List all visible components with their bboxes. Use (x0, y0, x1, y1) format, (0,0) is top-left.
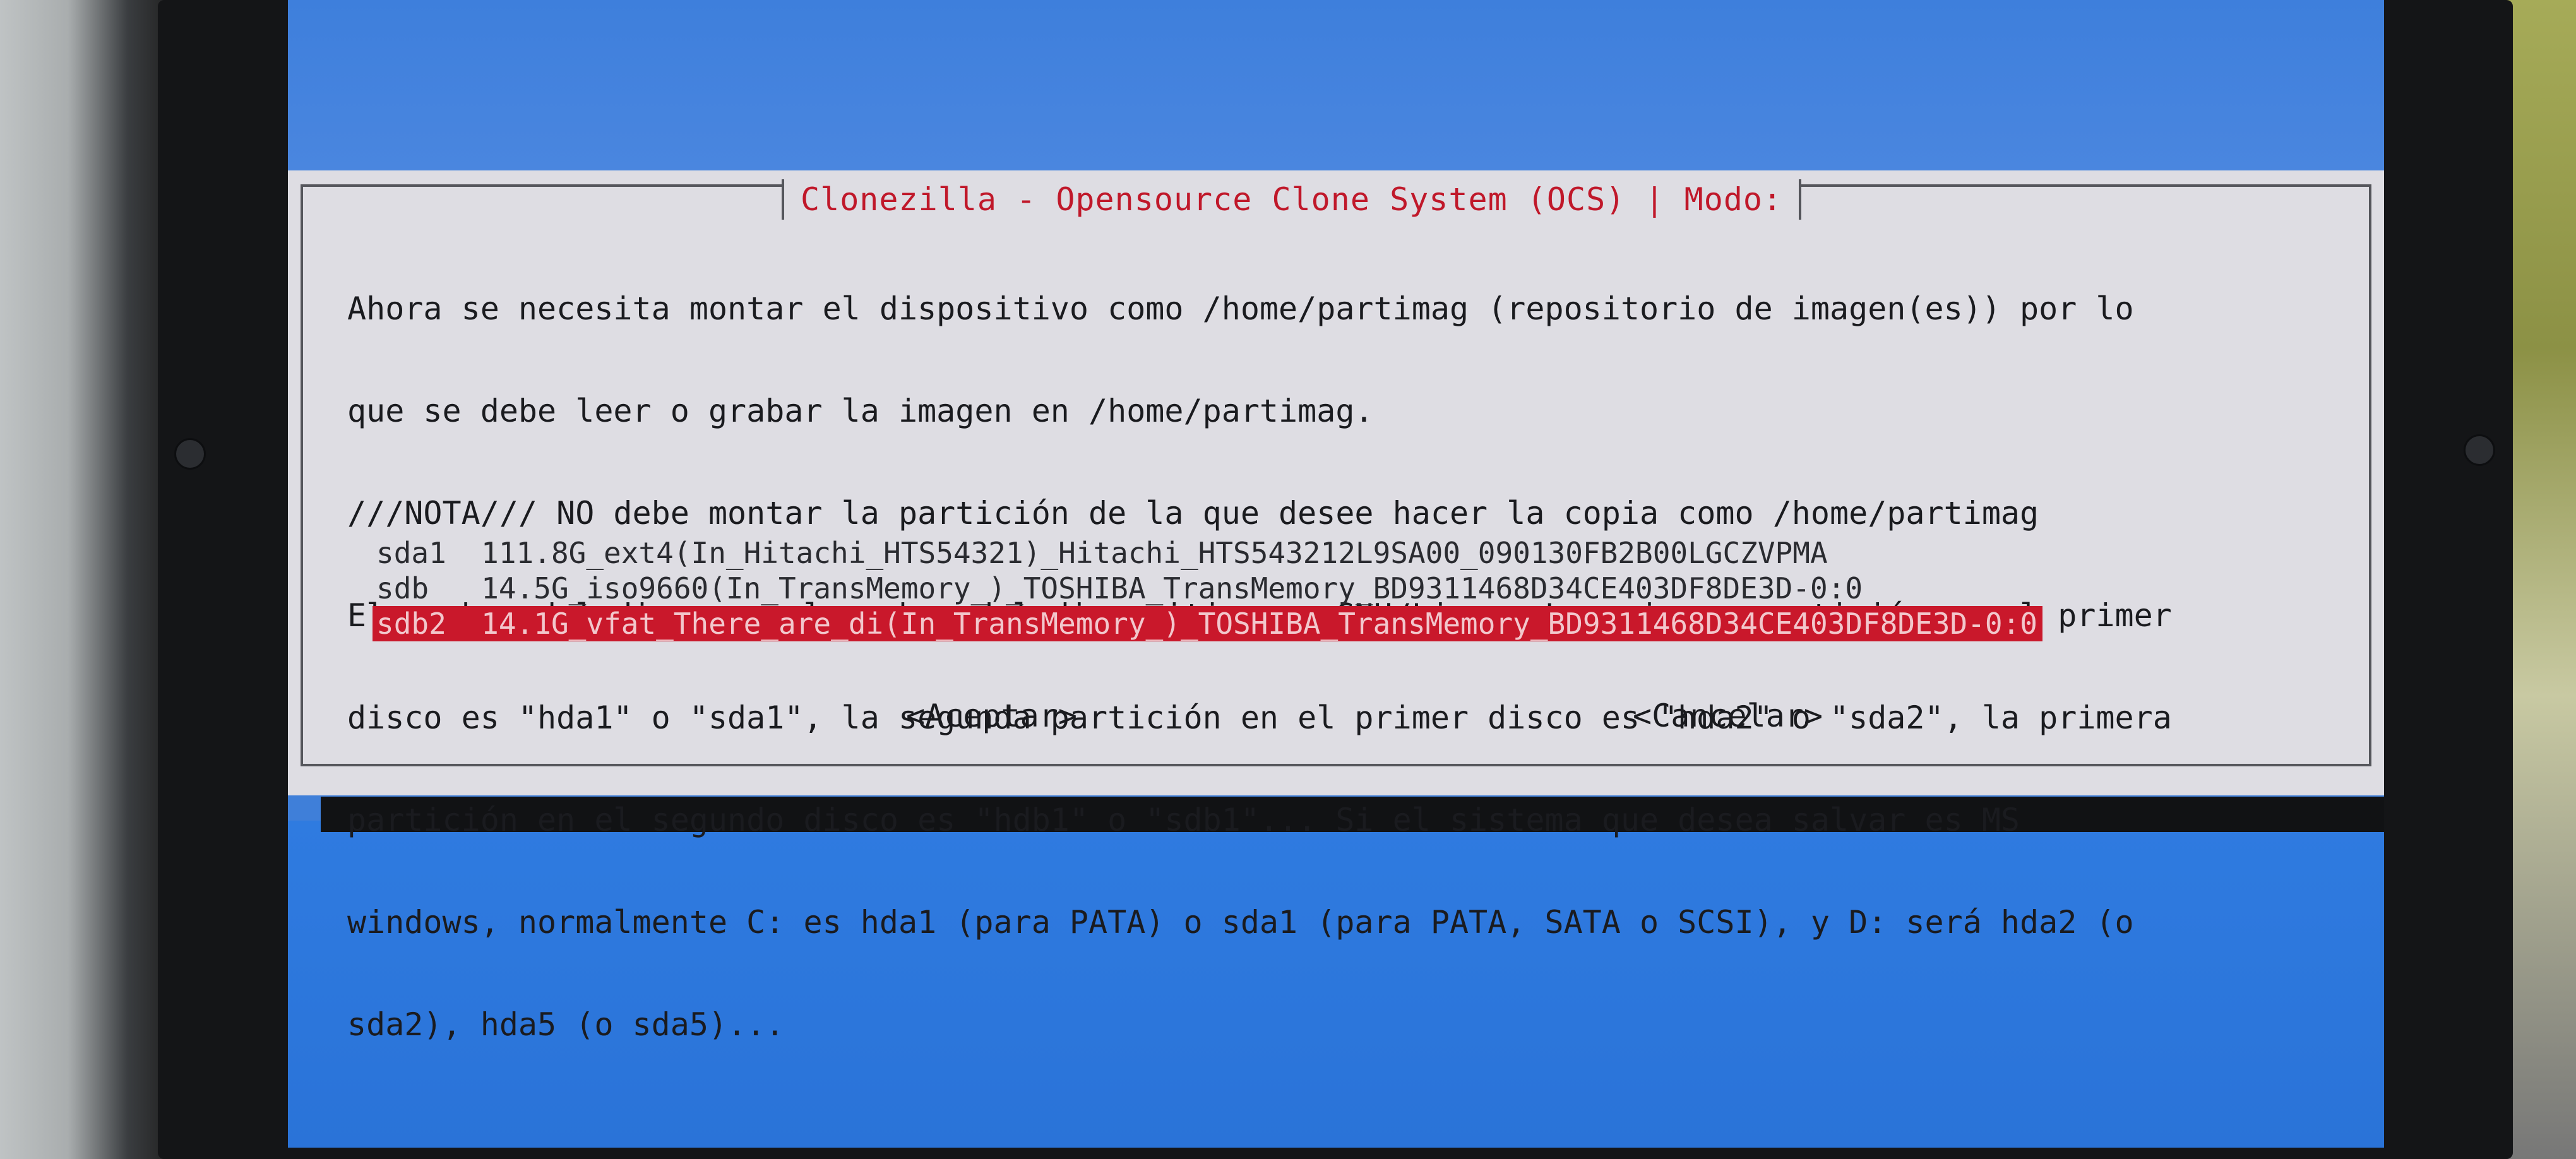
device-name: sdb2 (376, 607, 446, 641)
dialog-title-box: Clonezilla - Opensource Clone System (OC… (782, 179, 1802, 220)
dialog-message: Ahora se necesita montar el dispositivo … (347, 223, 2368, 1110)
dialog-title: Clonezilla - Opensource Clone System (OC… (801, 181, 1783, 218)
bezel-left-button (174, 438, 206, 470)
monitor-screen: Clonezilla - Opensource Clone System (OC… (288, 0, 2384, 1148)
room-background-left (0, 0, 170, 1159)
device-option-sdb2[interactable]: sdb2 14.1G_vfat_There_are_di(In_TransMem… (373, 606, 2042, 641)
device-list: sda1 111.8G_ext4(In_Hitachi_HTS54321)_Hi… (373, 535, 2384, 641)
dialog-frame: Clonezilla - Opensource Clone System (OC… (301, 179, 2371, 1042)
message-line: sda2), hda5 (o sda5)... (347, 1006, 785, 1043)
screen-background-top (288, 0, 2384, 170)
device-name: sda1 (376, 536, 446, 570)
cancel-button[interactable]: <Cancelar> (1633, 697, 1823, 735)
message-line: partición en el segundo disco es "hdb1" … (347, 802, 2020, 838)
bezel-right-button (2464, 434, 2495, 466)
device-option-sdb[interactable]: sdb 14.5G_iso9660(In_TransMemory_)_TOSHI… (373, 571, 2384, 606)
device-name: sdb (376, 571, 429, 605)
message-line: ///NOTA/// NO debe montar la partición d… (347, 495, 2039, 532)
device-info: 111.8G_ext4(In_Hitachi_HTS54321)_Hitachi… (481, 536, 1828, 570)
device-option-sda1[interactable]: sda1 111.8G_ext4(In_Hitachi_HTS54321)_Hi… (373, 535, 2384, 571)
device-info: 14.1G_vfat_There_are_di(In_TransMemory_)… (481, 607, 2037, 641)
device-info: 14.5G_iso9660(In_TransMemory_)_TOSHIBA_T… (481, 571, 1863, 605)
message-line: windows, normalmente C: es hda1 (para PA… (347, 904, 2134, 941)
clonezilla-dialog: Clonezilla - Opensource Clone System (OC… (288, 170, 2384, 1042)
message-line: Ahora se necesita montar el dispositivo … (347, 290, 2134, 327)
accept-button[interactable]: <Aceptar> (906, 697, 1077, 735)
message-line: que se debe leer o grabar la imagen en /… (347, 393, 1374, 429)
dialog-buttons: <Aceptar> <Cancelar> (303, 697, 2369, 735)
